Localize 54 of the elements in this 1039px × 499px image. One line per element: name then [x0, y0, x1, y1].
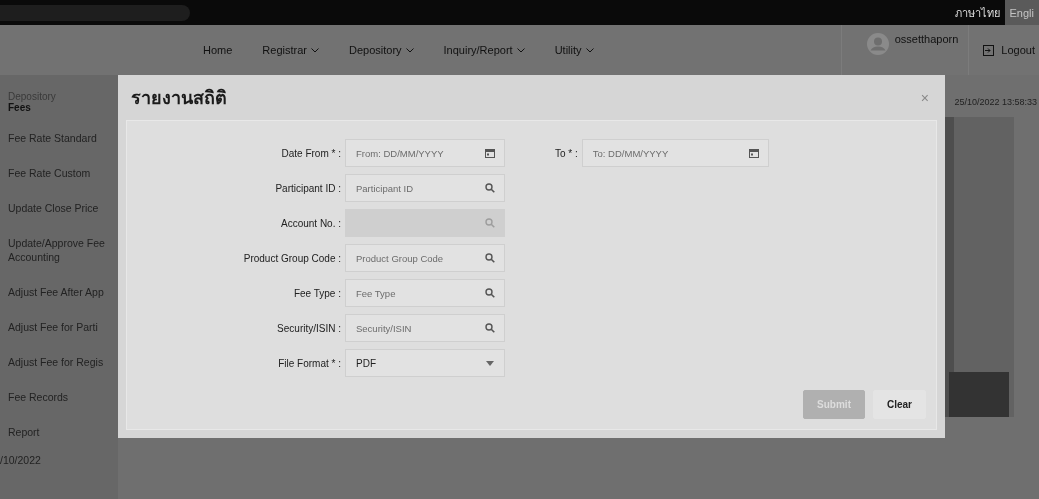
- field-label: Date From * :: [281, 147, 341, 159]
- calendar-icon[interactable]: [748, 148, 759, 158]
- language-option[interactable]: Engli: [1004, 0, 1039, 25]
- field-label: Product Group Code :: [243, 252, 341, 264]
- logout-button[interactable]: Logout: [968, 25, 1039, 75]
- field-label: Fee Type :: [293, 287, 341, 299]
- sidebar-item[interactable]: Fee Rate Standard: [8, 131, 118, 145]
- search-icon[interactable]: [485, 288, 495, 298]
- nav-menu-item[interactable]: Depository: [348, 44, 414, 56]
- field-label: File Format * :: [278, 357, 341, 369]
- logout-icon: [983, 44, 995, 56]
- chevron-down-icon: [585, 47, 594, 53]
- nav-menu-item[interactable]: Registrar: [262, 44, 319, 56]
- search-icon[interactable]: [485, 323, 495, 333]
- language-option[interactable]: ภาษาไทย: [949, 0, 1005, 25]
- input-field[interactable]: Participant ID: [345, 174, 505, 202]
- timestamp: 25/10/2022 13:58:33: [954, 97, 1037, 107]
- input-field[interactable]: Product Group Code: [345, 244, 505, 272]
- date-text: /10/2022: [0, 454, 42, 466]
- clear-button[interactable]: Clear: [873, 390, 926, 419]
- caret-icon: [486, 360, 494, 366]
- input-field[interactable]: Fee Type: [345, 279, 505, 307]
- input-field[interactable]: To: DD/MM/YYYY: [581, 139, 769, 167]
- sidebar-title: Fees: [8, 102, 31, 113]
- sidebar-item[interactable]: Adjust Fee for Regis: [8, 355, 118, 369]
- sidebar-item[interactable]: Adjust Fee After App: [8, 285, 118, 299]
- nav-menu-item[interactable]: Home: [203, 44, 233, 56]
- chevron-down-icon: [310, 47, 319, 53]
- nav-menu-item[interactable]: Inquiry/Report: [443, 44, 525, 56]
- dialog-title: รายงานสถิติ: [131, 86, 227, 110]
- sidebar-section-label: Depository: [8, 91, 57, 102]
- input-field[interactable]: From: DD/MM/YYYY: [345, 139, 505, 167]
- user-name: ossetthaporn: [894, 33, 959, 45]
- sidebar-item[interactable]: Adjust Fee for Parti: [8, 320, 118, 334]
- calendar-icon[interactable]: [485, 148, 495, 158]
- chevron-down-icon: [405, 47, 414, 53]
- close-button[interactable]: ×: [916, 89, 933, 106]
- search-icon[interactable]: [485, 183, 495, 193]
- sidebar-item[interactable]: Update/Approve Fee Accounting: [8, 236, 118, 264]
- avatar-icon: [866, 33, 889, 55]
- field-label: Account No. :: [280, 217, 341, 229]
- search-icon[interactable]: [485, 253, 495, 263]
- sidebar-item[interactable]: Update Close Price: [8, 201, 118, 215]
- field-label: Security/ISIN :: [277, 322, 341, 334]
- file-format-select[interactable]: PDF: [345, 349, 505, 377]
- nav-menu-item[interactable]: Utility: [554, 44, 594, 56]
- field-label: To * :: [555, 147, 578, 159]
- dark-panel: [949, 372, 1009, 417]
- sidebar-item[interactable]: Fee Rate Custom: [8, 166, 118, 180]
- chevron-down-icon: [516, 47, 525, 53]
- field-label: Participant ID :: [275, 182, 341, 194]
- sidebar-item[interactable]: Report: [8, 425, 118, 439]
- sidebar-item[interactable]: Fee Records: [8, 390, 118, 404]
- input-field[interactable]: Security/ISIN: [345, 314, 505, 342]
